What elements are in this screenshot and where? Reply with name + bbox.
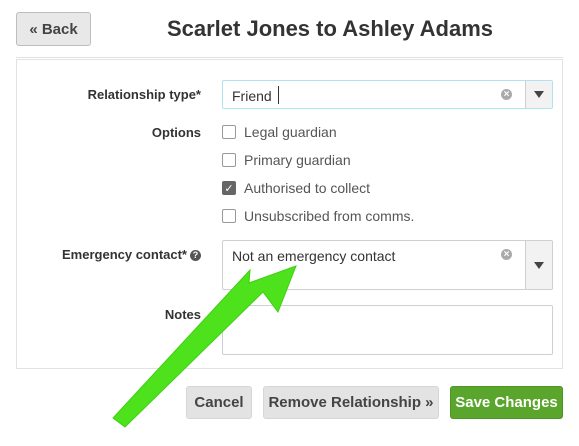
header-divider	[16, 57, 563, 58]
option-primary-guardian[interactable]: Primary guardian	[222, 150, 351, 170]
remove-relationship-button[interactable]: Remove Relationship »	[263, 386, 439, 419]
unsubscribed-checkbox[interactable]	[222, 209, 236, 223]
chevron-down-icon	[534, 91, 544, 98]
option-label: Unsubscribed from comms.	[244, 208, 415, 224]
page-title: Scarlet Jones to Ashley Adams	[166, 16, 494, 41]
emergency-contact-select[interactable]: Not an emergency contact ×	[222, 240, 553, 290]
authorised-to-collect-checkbox[interactable]: ✓	[222, 181, 236, 195]
clear-icon[interactable]: ×	[501, 249, 512, 260]
emergency-contact-label-text: Emergency contact*	[62, 247, 187, 262]
option-authorised-to-collect[interactable]: ✓ Authorised to collect	[222, 178, 370, 198]
notes-textarea[interactable]	[222, 305, 553, 355]
option-legal-guardian[interactable]: Legal guardian	[222, 122, 337, 142]
legal-guardian-checkbox[interactable]	[222, 125, 236, 139]
emergency-contact-label: Emergency contact*?	[62, 247, 201, 262]
emergency-contact-dropdown-toggle[interactable]	[525, 241, 552, 289]
clear-icon[interactable]: ×	[501, 89, 512, 100]
cancel-button[interactable]: Cancel	[186, 386, 252, 419]
notes-label: Notes	[164, 307, 201, 322]
option-label: Authorised to collect	[244, 180, 371, 196]
text-cursor	[278, 86, 279, 104]
option-label: Primary guardian	[244, 152, 351, 168]
relationship-type-value: Friend	[232, 88, 272, 104]
relationship-type-dropdown-toggle[interactable]	[525, 81, 552, 108]
option-unsubscribed[interactable]: Unsubscribed from comms.	[222, 206, 414, 226]
option-label: Legal guardian	[244, 124, 337, 140]
primary-guardian-checkbox[interactable]	[222, 153, 236, 167]
options-label: Options	[151, 125, 201, 140]
emergency-contact-value: Not an emergency contact	[232, 248, 396, 264]
chevron-down-icon	[534, 261, 544, 269]
question-circle-icon[interactable]: ?	[190, 250, 201, 261]
relationship-type-label: Relationship type*	[87, 87, 201, 102]
back-button[interactable]: « Back	[16, 12, 91, 46]
relationship-type-select[interactable]: Friend ×	[222, 80, 553, 109]
save-changes-button[interactable]: Save Changes	[450, 386, 563, 419]
